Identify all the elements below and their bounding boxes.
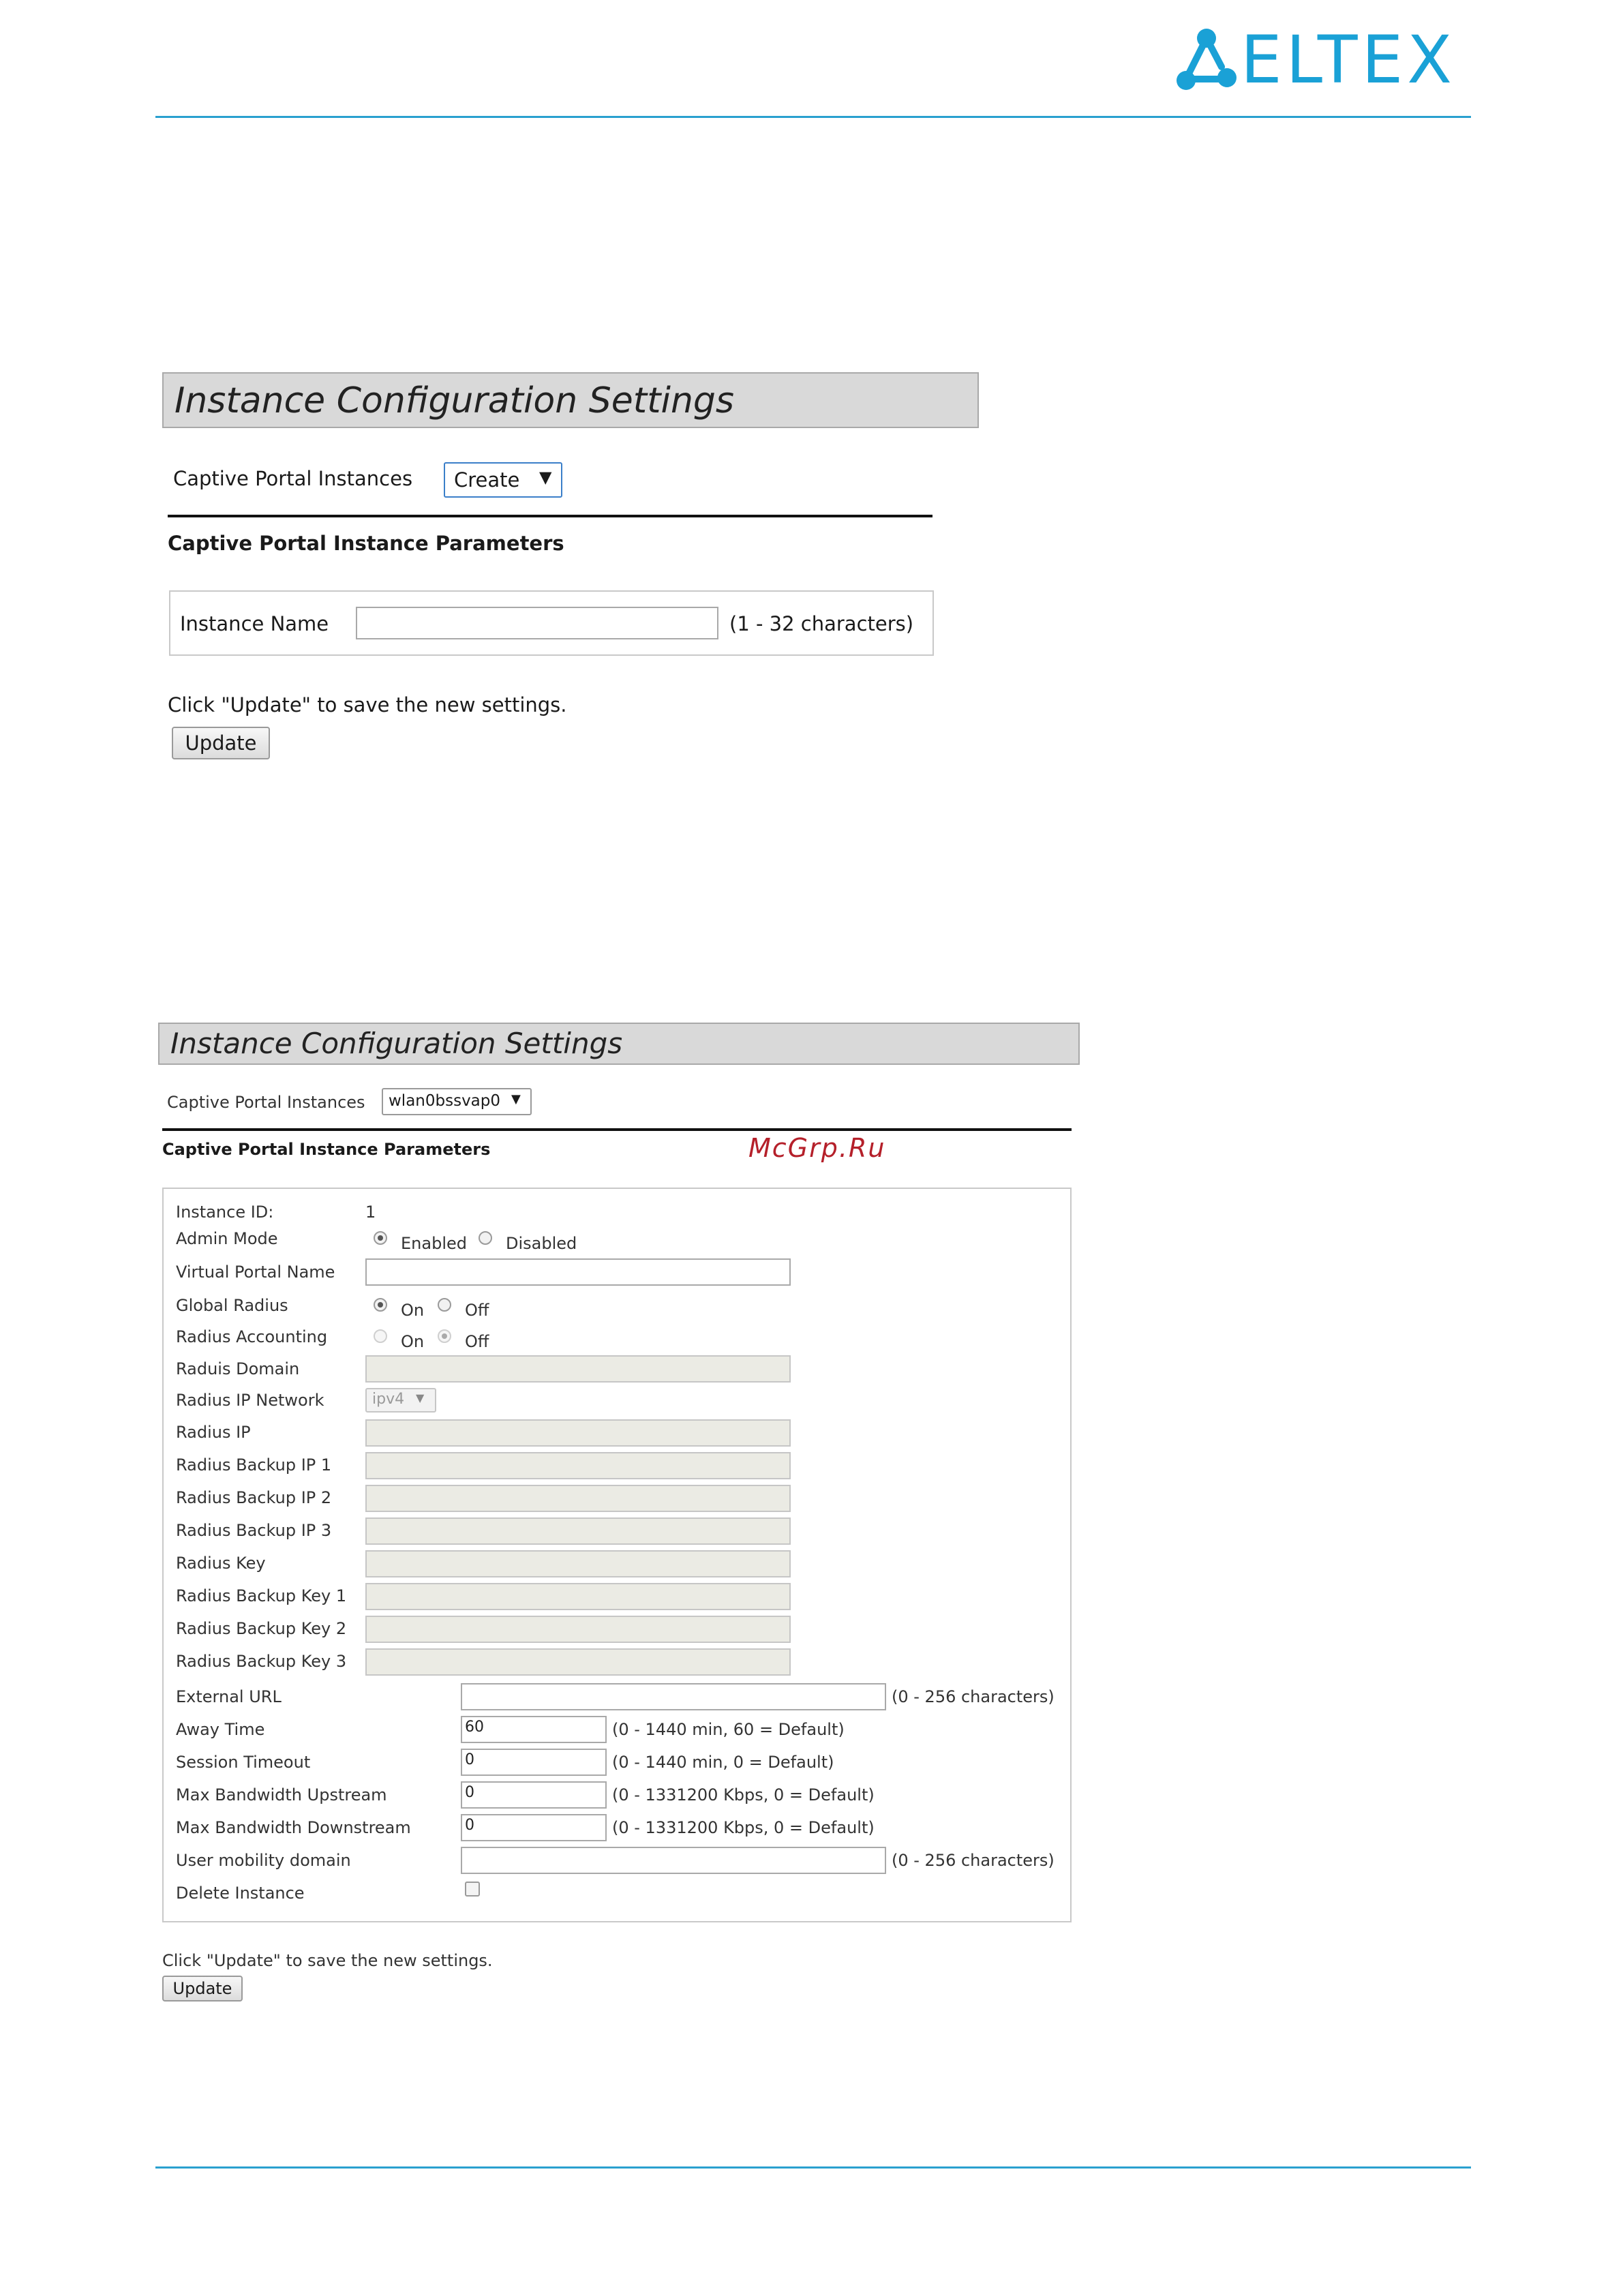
- radius-backup-ip1-label: Radius Backup IP 1: [176, 1455, 332, 1475]
- global-radius-on-radio[interactable]: [374, 1298, 387, 1312]
- user-mobility-domain-input[interactable]: [461, 1847, 886, 1874]
- admin-mode-disabled-label: Disabled: [506, 1234, 577, 1253]
- away-time-hint: (0 - 1440 min, 60 = Default): [612, 1720, 845, 1739]
- panel-b-section-rule: [162, 1128, 1072, 1131]
- panel-b-section-title: Captive Portal Instance Parameters: [162, 1140, 491, 1159]
- footer-divider: [155, 2166, 1471, 2169]
- radius-key-input[interactable]: [365, 1550, 791, 1577]
- panel-a-instance-name-label: Instance Name: [180, 612, 329, 635]
- global-radius-off-radio[interactable]: [438, 1298, 451, 1312]
- user-mobility-domain-label: User mobility domain: [176, 1851, 351, 1870]
- chevron-down-icon: ▼: [511, 1092, 521, 1106]
- max-bandwidth-downstream-label: Max Bandwidth Downstream: [176, 1818, 411, 1837]
- radius-key-label: Radius Key: [176, 1554, 266, 1573]
- away-time-label: Away Time: [176, 1720, 265, 1739]
- admin-mode-label: Admin Mode: [176, 1229, 278, 1248]
- radius-ip-network-label: Radius IP Network: [176, 1391, 324, 1410]
- panel-b-update-button[interactable]: Update: [162, 1976, 243, 2002]
- session-timeout-input[interactable]: 0: [461, 1749, 607, 1776]
- panel-a-title: Instance Configuration Settings: [175, 380, 735, 421]
- panel-b-update-note: Click "Update" to save the new settings.: [162, 1951, 493, 1970]
- radius-backup-ip2-label: Radius Backup IP 2: [176, 1488, 332, 1507]
- global-radius-label: Global Radius: [176, 1296, 288, 1315]
- max-bandwidth-downstream-hint: (0 - 1331200 Kbps, 0 = Default): [612, 1818, 875, 1837]
- panel-b-instances-select[interactable]: wlan0bssvap0 ▼: [382, 1088, 532, 1115]
- radius-ip-input[interactable]: [365, 1419, 791, 1447]
- panel-a-instance-name-input[interactable]: [356, 607, 718, 639]
- radius-backup-ip2-input[interactable]: [365, 1485, 791, 1512]
- admin-mode-enabled-radio[interactable]: [374, 1231, 387, 1245]
- panel-a-section-rule: [168, 515, 932, 517]
- radius-accounting-off-radio[interactable]: [438, 1329, 451, 1343]
- session-timeout-label: Session Timeout: [176, 1753, 311, 1772]
- chevron-down-icon: ▼: [416, 1391, 425, 1404]
- instance-id-label: Instance ID:: [176, 1203, 274, 1222]
- radius-backup-ip3-label: Radius Backup IP 3: [176, 1521, 332, 1540]
- radius-backup-ip1-input[interactable]: [365, 1452, 791, 1479]
- panel-a-title-bar: Instance Configuration Settings: [162, 372, 979, 428]
- panel-b-instances-label: Captive Portal Instances: [167, 1093, 365, 1112]
- eltex-logo-icon: [1177, 29, 1237, 90]
- radius-domain-input[interactable]: [365, 1355, 791, 1383]
- radius-backup-ip3-input[interactable]: [365, 1517, 791, 1545]
- radius-backup-key3-input[interactable]: [365, 1648, 791, 1676]
- header-divider: [155, 116, 1471, 118]
- virtual-portal-name-label: Virtual Portal Name: [176, 1263, 335, 1282]
- eltex-logo: ELTEX: [1172, 26, 1472, 94]
- panel-b-instances-selected: wlan0bssvap0: [389, 1092, 501, 1110]
- max-bandwidth-upstream-label: Max Bandwidth Upstream: [176, 1785, 387, 1804]
- external-url-hint: (0 - 256 characters): [892, 1687, 1055, 1706]
- panel-a-update-note: Click "Update" to save the new settings.: [168, 693, 567, 716]
- panel-a-instances-selected: Create: [454, 468, 520, 492]
- away-time-input[interactable]: 60: [461, 1716, 607, 1743]
- session-timeout-hint: (0 - 1440 min, 0 = Default): [612, 1753, 834, 1772]
- radius-ip-label: Radius IP: [176, 1423, 251, 1442]
- global-radius-off-label: Off: [465, 1301, 489, 1320]
- panel-a-update-button[interactable]: Update: [172, 727, 270, 759]
- panel-a-instance-name-hint: (1 - 32 characters): [729, 612, 914, 635]
- radius-accounting-on-label: On: [401, 1332, 425, 1351]
- radius-backup-key3-label: Radius Backup Key 3: [176, 1652, 347, 1671]
- radius-ip-network-select[interactable]: ipv4 ▼: [365, 1388, 436, 1413]
- panel-a-section-title: Captive Portal Instance Parameters: [168, 532, 564, 555]
- delete-instance-checkbox[interactable]: [465, 1882, 480, 1897]
- radius-accounting-off-label: Off: [465, 1332, 489, 1351]
- panel-a-instances-label: Captive Portal Instances: [173, 467, 413, 490]
- radius-domain-label: Raduis Domain: [176, 1359, 300, 1378]
- radius-backup-key1-label: Radius Backup Key 1: [176, 1586, 347, 1605]
- panel-a-instances-select[interactable]: Create ▼: [444, 462, 562, 498]
- radius-accounting-on-radio[interactable]: [374, 1329, 387, 1343]
- admin-mode-enabled-label: Enabled: [401, 1234, 467, 1253]
- user-mobility-domain-hint: (0 - 256 characters): [892, 1851, 1055, 1870]
- instance-id-value: 1: [365, 1203, 376, 1222]
- max-bandwidth-upstream-hint: (0 - 1331200 Kbps, 0 = Default): [612, 1785, 875, 1804]
- radius-backup-key2-input[interactable]: [365, 1616, 791, 1643]
- watermark: McGrp.Ru: [748, 1133, 886, 1163]
- external-url-input[interactable]: [461, 1683, 886, 1710]
- global-radius-on-label: On: [401, 1301, 425, 1320]
- admin-mode-disabled-radio[interactable]: [479, 1231, 492, 1245]
- radius-ip-network-selected: ipv4: [372, 1391, 405, 1408]
- external-url-label: External URL: [176, 1687, 282, 1706]
- radius-backup-key2-label: Radius Backup Key 2: [176, 1619, 347, 1638]
- delete-instance-label: Delete Instance: [176, 1884, 305, 1903]
- chevron-down-icon: ▼: [539, 468, 552, 487]
- max-bandwidth-downstream-input[interactable]: 0: [461, 1814, 607, 1841]
- radius-accounting-label: Radius Accounting: [176, 1327, 328, 1346]
- radius-backup-key1-input[interactable]: [365, 1583, 791, 1610]
- logo-text: ELTEX: [1241, 22, 1456, 98]
- max-bandwidth-upstream-input[interactable]: 0: [461, 1781, 607, 1809]
- virtual-portal-name-input[interactable]: [365, 1258, 791, 1286]
- panel-b-title: Instance Configuration Settings: [170, 1027, 623, 1060]
- panel-b-title-bar: Instance Configuration Settings: [158, 1023, 1080, 1065]
